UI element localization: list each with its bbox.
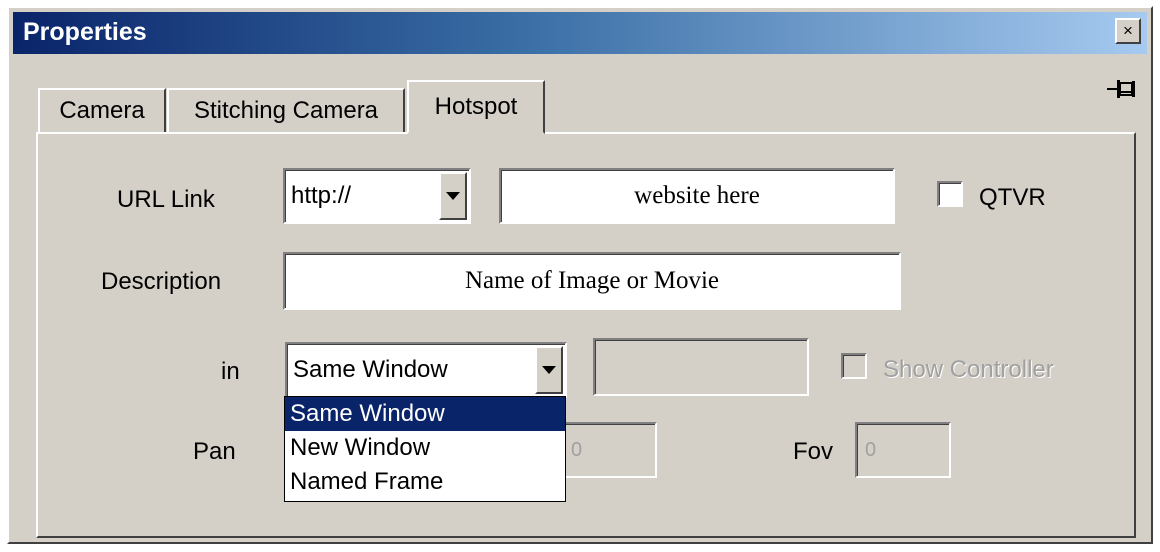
chevron-down-icon <box>542 366 556 374</box>
target-label: in <box>221 358 240 385</box>
pan-value: 0 <box>571 438 583 461</box>
description-input[interactable]: Name of Image or Movie <box>283 252 901 310</box>
show-controller-checkbox[interactable] <box>841 353 867 379</box>
target-dropdown-list: Same Window New Window Named Frame <box>284 396 566 502</box>
chevron-down-icon <box>446 192 460 200</box>
pan-label: Pan <box>193 438 236 465</box>
tab-camera-label: Camera <box>59 97 145 124</box>
tab-hotspot-label: Hotspot <box>434 93 518 120</box>
target-dropdown-button[interactable] <box>535 346 563 394</box>
tab-stitching-camera[interactable]: Stitching Camera <box>167 88 405 132</box>
fov-input[interactable]: 0 <box>855 422 951 478</box>
url-input-value: website here <box>634 182 760 209</box>
title-bar[interactable]: Properties × <box>13 12 1147 54</box>
dropdown-option-new-window[interactable]: New Window <box>285 431 565 465</box>
protocol-value: http:// <box>291 182 352 209</box>
show-controller-label: Show Controller <box>883 356 1054 383</box>
tab-camera[interactable]: Camera <box>38 88 166 132</box>
dropdown-option-named-frame[interactable]: Named Frame <box>285 465 565 499</box>
close-icon: × <box>1123 20 1133 40</box>
pan-input[interactable]: 0 <box>561 422 657 478</box>
fov-label: Fov <box>793 438 834 465</box>
dropdown-option-same-window[interactable]: Same Window <box>285 397 565 431</box>
description-input-value: Name of Image or Movie <box>464 267 720 294</box>
window-title: Properties <box>23 18 147 46</box>
tab-stitching-camera-label: Stitching Camera <box>193 97 379 124</box>
fov-value: 0 <box>865 438 877 461</box>
frame-name-input[interactable] <box>593 338 809 396</box>
pin-icon[interactable] <box>1107 78 1137 100</box>
target-value: Same Window <box>293 356 448 383</box>
description-label: Description <box>101 268 222 295</box>
qtvr-checkbox[interactable] <box>937 181 963 207</box>
url-input[interactable]: website here <box>499 168 895 224</box>
url-link-label: URL Link <box>117 186 215 213</box>
target-select[interactable]: Same Window <box>285 342 567 398</box>
tab-hotspot[interactable]: Hotspot <box>407 80 545 134</box>
properties-window: Properties × Camera Stitching Camera Hot… <box>7 6 1153 544</box>
close-button[interactable]: × <box>1115 18 1141 44</box>
protocol-dropdown-button[interactable] <box>439 172 467 220</box>
protocol-select[interactable]: http:// <box>283 168 471 224</box>
qtvr-label: QTVR <box>979 184 1046 211</box>
